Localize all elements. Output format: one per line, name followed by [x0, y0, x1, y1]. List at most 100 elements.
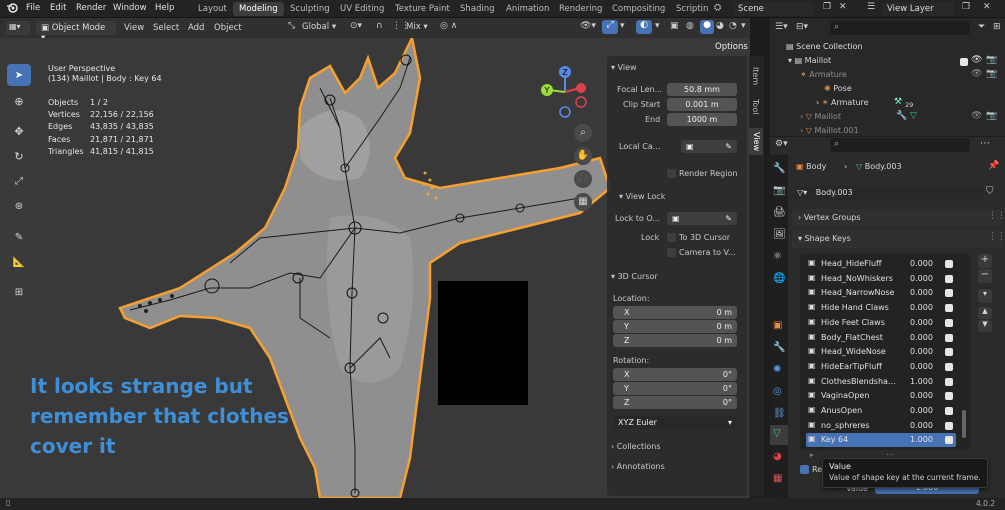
tab-compositing[interactable]: Compositing [606, 2, 671, 16]
constraints-tab-icon[interactable]: ⛓ [773, 408, 786, 419]
scale-tool[interactable]: ⤢ [7, 170, 31, 192]
collections-toggle[interactable]: › Collections [611, 442, 661, 451]
transform-orientation-icon[interactable]: ⤡ [288, 21, 295, 31]
output-tab-icon[interactable]: 🖨 [773, 207, 786, 218]
shape-key-mute-checkbox[interactable] [945, 377, 953, 386]
proportional-edit-icon[interactable]: ◎ ∧ [440, 21, 457, 31]
view-layer-icon[interactable]: ☰ [867, 2, 875, 12]
tab-animation[interactable]: Animation [500, 2, 555, 16]
drag-handle-icon[interactable]: ⋮⋮ [988, 232, 1005, 242]
lock-to-object-field[interactable]: ▣ ✎ [667, 212, 737, 225]
mesh-datablock-field[interactable]: ▽▾ Body.003 [793, 186, 983, 201]
gizmo-toggle-icon[interactable]: ⤢ [602, 20, 618, 34]
shading-material-icon[interactable]: ◕ [716, 21, 724, 31]
shape-key-mute-checkbox[interactable] [945, 318, 953, 327]
view-lock-toggle[interactable]: ▾ View Lock [619, 192, 665, 201]
shape-key-mute-checkbox[interactable] [945, 436, 953, 445]
tab-texture-paint[interactable]: Texture Paint [389, 2, 456, 16]
shape-key-value[interactable]: 1.000 [910, 435, 933, 444]
navigation-gizmo[interactable]: Z Y [537, 62, 591, 122]
outliner-row[interactable]: ✶ Armature 👁 📷 [784, 69, 1005, 83]
menu-select[interactable]: Select [153, 23, 179, 33]
tab-modeling[interactable]: Modeling [233, 2, 284, 16]
shape-key-row[interactable]: ▣ ClothesBlendsha... 1.000 [806, 375, 956, 389]
shape-key-value[interactable]: 0.000 [910, 318, 933, 327]
render-tab-icon[interactable]: 📷 [773, 185, 785, 196]
local-camera-field[interactable]: ▣ ✎ [681, 140, 737, 153]
object-tab-icon[interactable]: ▣ [773, 320, 782, 331]
tab-tool[interactable]: Tool [751, 96, 760, 118]
view-layer-tab-icon[interactable]: 🖼 [773, 229, 786, 240]
clip-start-field[interactable]: 0.001 m [667, 98, 737, 111]
scene-copy-icon[interactable]: ❐ [823, 2, 831, 12]
menu-add[interactable]: Add [188, 23, 204, 33]
shape-key-mute-checkbox[interactable] [945, 421, 953, 430]
scene-selector[interactable]: Scene [733, 2, 815, 16]
texture-tab-icon[interactable]: ▦ [773, 473, 782, 484]
measure-tool[interactable]: 📐 [7, 251, 31, 273]
shading-solid-icon[interactable]: ● [700, 20, 714, 34]
visibility-eye-icon[interactable]: 👁▾ [580, 21, 596, 31]
shape-key-specials-icon[interactable]: ▾ [978, 289, 992, 303]
shape-key-row[interactable]: ▣ Head_WideNose 0.000 [806, 345, 956, 359]
tab-item[interactable]: Item [751, 64, 760, 88]
editor-type-icon[interactable]: ▦▾ [6, 21, 30, 35]
shape-key-row[interactable]: ▣ VaginaOpen 0.000 [806, 389, 956, 403]
xray-icon[interactable]: ▣ [670, 21, 679, 31]
shape-key-row[interactable]: ▣ HideEarTipFluff 0.000 [806, 360, 956, 374]
menu-object[interactable]: Object [214, 23, 242, 33]
eyedropper-icon[interactable]: ✎ [725, 142, 732, 151]
blender-logo-icon[interactable] [6, 2, 18, 14]
drag-handle-icon[interactable]: ⋮⋮ [988, 211, 1005, 221]
shape-key-row[interactable]: ▣ Body_FlatChest 0.000 [806, 331, 956, 345]
modifier-tab-icon[interactable]: 🔧 [773, 342, 785, 353]
annotations-toggle[interactable]: › Annotations [611, 462, 665, 471]
remove-shape-key-button[interactable]: − [978, 269, 992, 283]
orientation-selector[interactable]: Global ▾ [302, 22, 336, 32]
lock-to-cursor-checkbox[interactable] [667, 233, 676, 242]
shape-key-value[interactable]: 0.000 [910, 259, 933, 268]
scene-tab-icon[interactable]: ⚛ [773, 251, 782, 262]
shape-key-value[interactable]: 1.000 [910, 377, 933, 386]
shape-key-mute-checkbox[interactable] [945, 274, 953, 283]
cursor-tool[interactable]: ⊕ [7, 90, 31, 112]
shape-keys-scrollbar[interactable] [962, 410, 966, 438]
properties-editor-icon[interactable]: ⚙▾ [775, 139, 788, 149]
menu-help[interactable]: Help [155, 3, 174, 13]
gizmo-dropdown-icon[interactable]: ▾ [620, 21, 625, 31]
ortho-grid-icon[interactable]: ▦ [574, 193, 592, 211]
rotation-mode-select[interactable]: XYZ Euler ▾ [613, 416, 737, 429]
menu-window[interactable]: Window [113, 3, 147, 13]
shading-wireframe-icon[interactable]: ◍ [686, 21, 694, 31]
shape-key-value[interactable]: 0.000 [910, 362, 933, 371]
view-section-toggle[interactable]: ▾ View [611, 63, 637, 72]
shape-keys-panel-header[interactable]: ▾ Shape Keys ⋮⋮ [792, 230, 1005, 248]
shape-key-mute-checkbox[interactable] [945, 289, 953, 298]
shape-key-value[interactable]: 0.000 [910, 406, 933, 415]
zoom-icon[interactable]: ⌕ [574, 124, 592, 142]
add-shape-key-button[interactable]: + [978, 254, 992, 268]
world-tab-icon[interactable]: 🌐 [773, 273, 785, 284]
clip-end-field[interactable]: 1000 m [667, 113, 737, 126]
pan-hand-icon[interactable]: ✋ [574, 147, 592, 165]
eyedropper-icon[interactable]: ✎ [725, 214, 732, 223]
shape-key-value[interactable]: 0.000 [910, 333, 933, 342]
render-camera-icon[interactable]: 📷 [986, 111, 997, 121]
view-layer-close-icon[interactable]: ✕ [983, 2, 991, 12]
shape-key-mute-checkbox[interactable] [945, 348, 953, 357]
view-layer-copy-icon[interactable]: ❐ [962, 2, 970, 12]
camera-to-view-checkbox[interactable] [667, 248, 676, 257]
options-button[interactable]: Options [711, 40, 750, 54]
outliner-editor-icon[interactable]: ☰▾ [775, 22, 788, 32]
tab-sculpting[interactable]: Sculpting [284, 2, 336, 16]
shape-key-mute-checkbox[interactable] [945, 304, 953, 313]
cursor-rotation-z[interactable]: Z 0° [613, 396, 737, 409]
focal-length-field[interactable]: 50.8 mm [667, 83, 737, 96]
menu-edit[interactable]: Edit [50, 3, 66, 13]
shape-key-mute-checkbox[interactable] [945, 260, 953, 268]
material-tab-icon[interactable]: ◕ [773, 451, 782, 462]
tab-shading[interactable]: Shading [454, 2, 501, 16]
tab-rendering[interactable]: Rendering [553, 2, 608, 16]
shape-key-row[interactable]: ▣ Hide Hand Claws 0.000 [806, 301, 956, 315]
shading-dropdown-icon[interactable]: ▾ [741, 21, 746, 31]
